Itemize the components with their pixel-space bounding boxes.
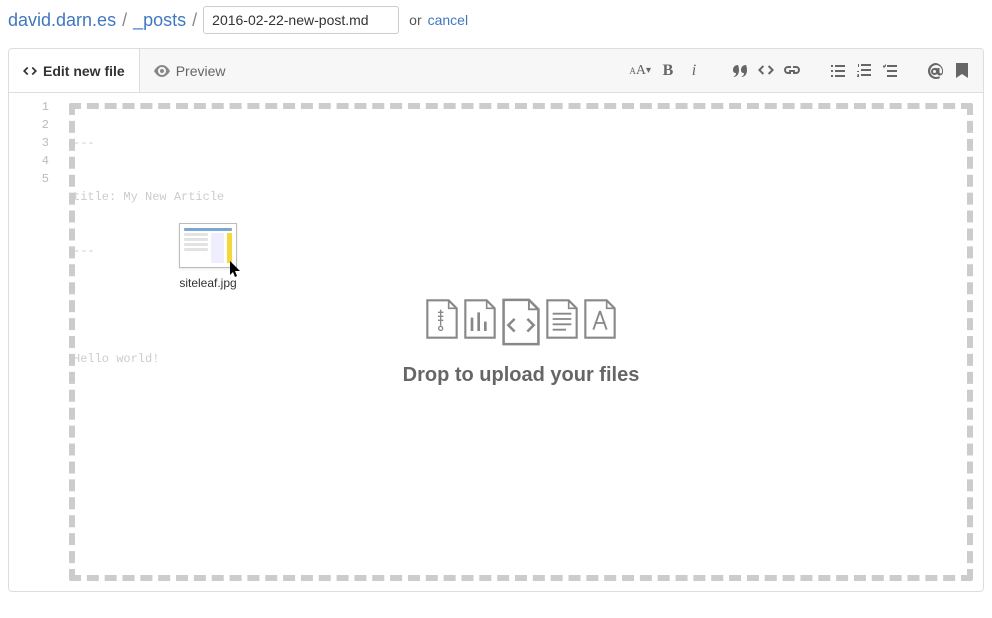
cursor-icon	[230, 261, 244, 284]
numbered-list-icon	[857, 64, 871, 77]
code-line: Hello world!	[61, 350, 983, 368]
breadcrumb: david.darn.es / _posts / or cancel	[0, 0, 992, 48]
bold-button[interactable]: B	[659, 62, 677, 80]
quote-icon	[732, 65, 748, 77]
at-icon	[928, 63, 944, 79]
code-line: ---	[61, 134, 983, 152]
task-list-icon	[883, 64, 897, 77]
code-area[interactable]: --- title: My New Article --- Hello worl…	[61, 93, 983, 591]
line-number: 3	[9, 134, 61, 152]
bookmark-button[interactable]	[953, 62, 971, 80]
breadcrumb-folder-link[interactable]: _posts	[133, 10, 186, 31]
link-button[interactable]	[783, 62, 801, 80]
line-number: 2	[9, 116, 61, 134]
filename-input[interactable]	[203, 6, 399, 34]
italic-button[interactable]: i	[685, 62, 703, 80]
quote-button[interactable]	[731, 62, 749, 80]
file-editor-container: Edit new file Preview AA▾ B i	[8, 48, 984, 592]
task-list-button[interactable]	[881, 62, 899, 80]
tab-preview[interactable]: Preview	[140, 49, 240, 92]
bullet-list-icon	[831, 65, 845, 77]
text-size-button[interactable]: AA▾	[629, 62, 651, 80]
code-button[interactable]	[757, 62, 775, 80]
unordered-list-button[interactable]	[829, 62, 847, 80]
code-line	[61, 296, 983, 314]
breadcrumb-repo-link[interactable]: david.darn.es	[8, 10, 116, 31]
eye-icon	[154, 65, 170, 77]
editor-tabs: Edit new file Preview AA▾ B i	[9, 49, 983, 93]
code-icon	[23, 64, 37, 78]
dragged-file: siteleaf.jpg	[179, 223, 237, 290]
tab-edit[interactable]: Edit new file	[9, 49, 140, 92]
ordered-list-button[interactable]	[855, 62, 873, 80]
line-number: 1	[9, 98, 61, 116]
line-number: 4	[9, 152, 61, 170]
mention-button[interactable]	[927, 62, 945, 80]
editor-area[interactable]: 1 2 3 4 5 --- title: My New Article --- …	[9, 93, 983, 591]
editor-toolbar: AA▾ B i	[607, 62, 983, 80]
code-line: title: My New Article	[61, 188, 983, 206]
tab-edit-label: Edit new file	[43, 63, 125, 79]
dragged-file-thumbnail	[179, 223, 237, 268]
breadcrumb-separator: /	[122, 10, 127, 31]
or-label: or	[409, 12, 421, 28]
line-number-gutter: 1 2 3 4 5	[9, 93, 61, 591]
bookmark-icon	[956, 63, 968, 79]
breadcrumb-separator: /	[192, 10, 197, 31]
cancel-link[interactable]: cancel	[428, 12, 468, 28]
dragged-file-name: siteleaf.jpg	[179, 276, 236, 290]
tab-preview-label: Preview	[176, 63, 226, 79]
line-number: 5	[9, 170, 61, 188]
code-brackets-icon	[758, 64, 774, 78]
link-icon	[784, 63, 800, 79]
